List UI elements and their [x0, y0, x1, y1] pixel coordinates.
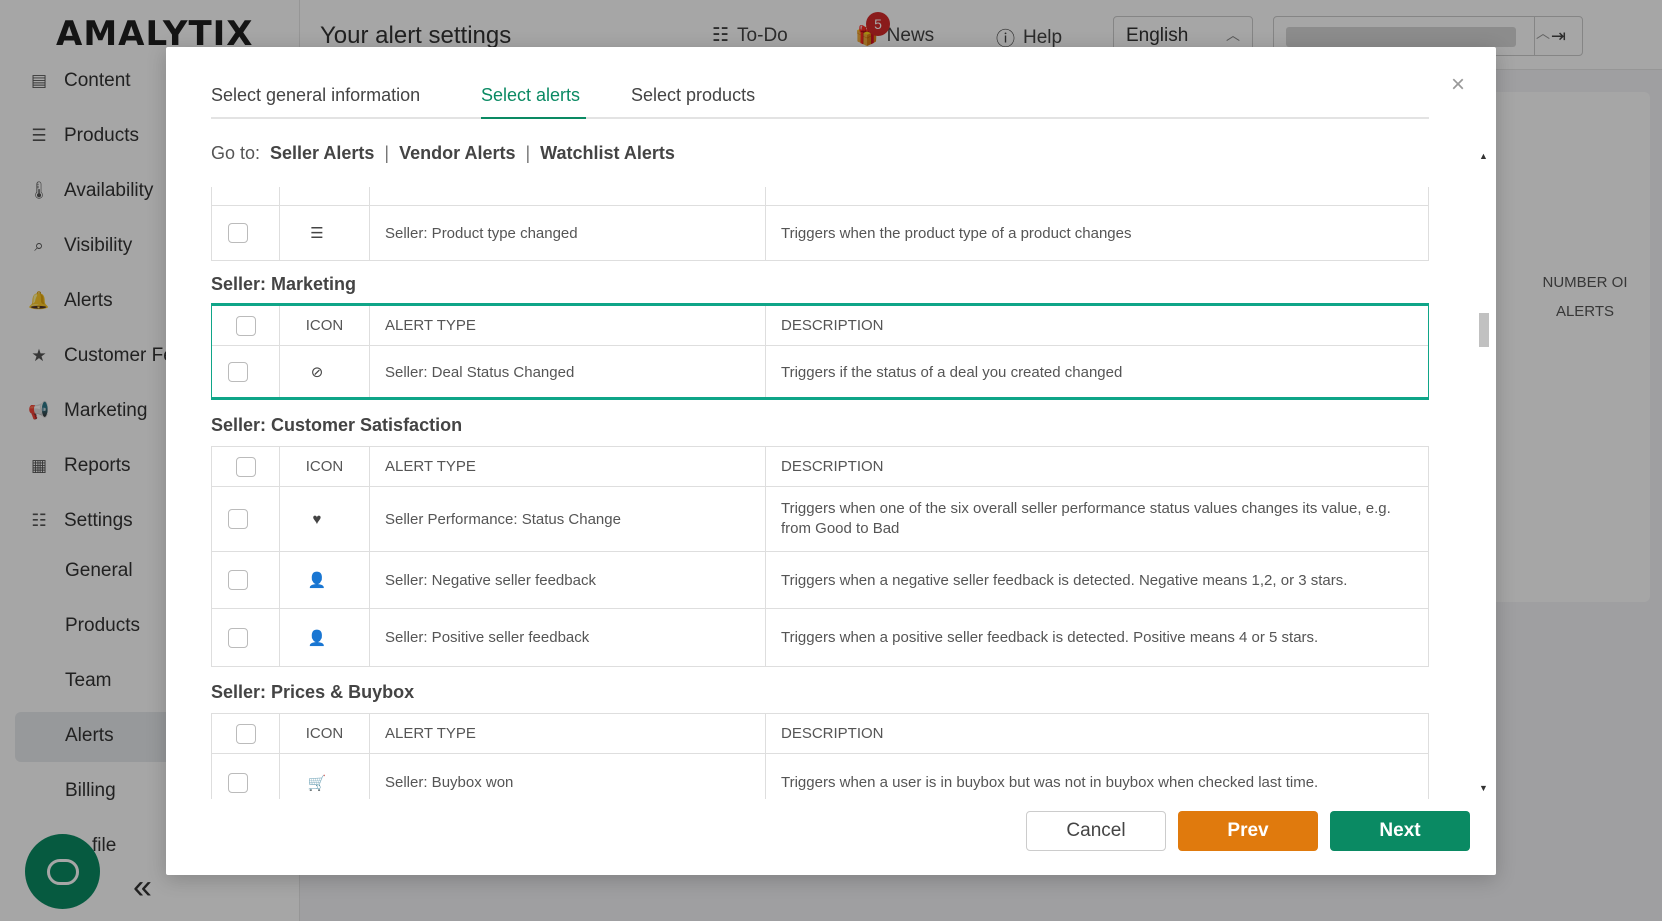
description-cell: Triggers when the product type of a prod… — [765, 205, 1429, 261]
tab-select-products[interactable]: Select products — [631, 85, 755, 106]
alerts-scroll-area[interactable]: ☰ Seller: Product type changed Triggers … — [211, 187, 1429, 799]
goto-vendor-alerts-link[interactable]: Vendor Alerts — [399, 143, 515, 164]
row-checkbox[interactable] — [228, 509, 248, 529]
alert-type-cell: Seller: Buybox won — [369, 753, 766, 799]
row-checkbox[interactable] — [228, 362, 248, 382]
section-title-prices-buybox: Seller: Prices & Buybox — [211, 682, 415, 702]
scroll-up-arrow-icon[interactable]: ▲ — [1479, 151, 1488, 161]
table-header-row: ICON ALERT TYPE DESCRIPTION — [211, 446, 1429, 487]
separator: | — [384, 143, 390, 163]
alert-type-cell: Seller: Negative seller feedback — [369, 551, 766, 609]
col-icon: ICON — [279, 446, 370, 487]
table-row: 🛒 Seller: Buybox won Triggers when a use… — [211, 753, 1429, 799]
goto-seller-alerts-link[interactable]: Seller Alerts — [270, 143, 374, 164]
goto-label: Go to: — [211, 143, 261, 163]
alert-settings-modal: × Select general information Select aler… — [166, 47, 1496, 875]
description-cell: Triggers when a negative seller feedback… — [765, 551, 1429, 609]
list-check-icon: ☰ — [310, 225, 324, 242]
table-row — [211, 187, 1429, 206]
select-all-checkbox[interactable] — [235, 723, 256, 744]
tab-select-alerts[interactable]: Select alerts — [481, 85, 580, 106]
alert-type-cell: Seller: Positive seller feedback — [369, 608, 766, 667]
next-button[interactable]: Next — [1330, 811, 1470, 851]
alerts-table-previous: ☰ Seller: Product type changed Triggers … — [211, 187, 1429, 261]
table-header-row: ICON ALERT TYPE DESCRIPTION — [211, 305, 1429, 346]
cancel-button[interactable]: Cancel — [1026, 811, 1166, 851]
scroll-down-arrow-icon[interactable]: ▼ — [1479, 783, 1488, 793]
description-cell: Triggers if the status of a deal you cre… — [765, 345, 1429, 399]
table-row: ♥ Seller Performance: Status Change Trig… — [211, 486, 1429, 552]
description-cell: Triggers when a user is in buybox but wa… — [765, 753, 1429, 799]
alert-type-cell: Seller Performance: Status Change — [369, 486, 766, 552]
goto-watchlist-alerts-link[interactable]: Watchlist Alerts — [540, 143, 675, 164]
cart-icon: 🛒 — [307, 774, 327, 792]
row-checkbox[interactable] — [228, 627, 248, 648]
section-title-marketing: Seller: Marketing — [211, 274, 357, 294]
table-row: ⊘ Seller: Deal Status Changed Triggers i… — [211, 345, 1429, 399]
col-icon: ICON — [279, 713, 370, 754]
select-all-checkbox[interactable] — [235, 456, 256, 477]
col-description: DESCRIPTION — [765, 713, 1429, 754]
table-row: 👤 Seller: Negative seller feedback Trigg… — [211, 551, 1429, 609]
description-cell: Triggers when a positive seller feedback… — [765, 608, 1429, 667]
col-alert-type: ALERT TYPE — [369, 713, 766, 754]
col-description: DESCRIPTION — [765, 305, 1429, 346]
ban-icon: ⊘ — [310, 364, 324, 381]
close-icon[interactable]: × — [1451, 71, 1465, 99]
active-tab-indicator — [481, 117, 586, 119]
user-x-icon: 👤 — [307, 572, 327, 589]
row-checkbox[interactable] — [228, 223, 248, 243]
separator: | — [525, 143, 531, 163]
row-checkbox[interactable] — [228, 772, 248, 793]
table-header-row: ICON ALERT TYPE DESCRIPTION — [211, 713, 1429, 754]
goto-nav: Go to: Seller Alerts | Vendor Alerts | W… — [211, 143, 675, 164]
col-description: DESCRIPTION — [765, 446, 1429, 487]
prev-button[interactable]: Prev — [1178, 811, 1318, 851]
user-plus-icon: 👤 — [307, 629, 327, 647]
col-icon: ICON — [279, 305, 370, 346]
tab-general-information[interactable]: Select general information — [211, 85, 420, 106]
col-alert-type: ALERT TYPE — [369, 305, 766, 346]
select-all-checkbox[interactable] — [235, 315, 256, 336]
alerts-table-marketing: ICON ALERT TYPE DESCRIPTION ⊘ Seller: De… — [211, 305, 1429, 399]
table-row: ☰ Seller: Product type changed Triggers … — [211, 205, 1429, 261]
wizard-tabs: Select general information Select alerts… — [211, 77, 1429, 119]
alert-type-cell: Seller: Deal Status Changed — [369, 345, 766, 399]
heart-pulse-icon: ♥ — [312, 510, 322, 528]
alerts-table-prices-buybox: ICON ALERT TYPE DESCRIPTION 🛒 Seller: Bu… — [211, 713, 1429, 799]
vertical-scrollbar[interactable]: ▲ ▼ — [1476, 147, 1492, 795]
alerts-table-customer-satisfaction: ICON ALERT TYPE DESCRIPTION ♥ Seller Per… — [211, 446, 1429, 667]
col-alert-type: ALERT TYPE — [369, 446, 766, 487]
description-cell: Triggers when one of the six overall sel… — [765, 486, 1429, 552]
scrollbar-thumb[interactable] — [1479, 313, 1489, 347]
alert-type-cell: Seller: Product type changed — [369, 205, 766, 261]
row-checkbox[interactable] — [228, 570, 248, 590]
section-title-customer-satisfaction: Seller: Customer Satisfaction — [211, 415, 463, 435]
table-row: 👤 Seller: Positive seller feedback Trigg… — [211, 608, 1429, 667]
